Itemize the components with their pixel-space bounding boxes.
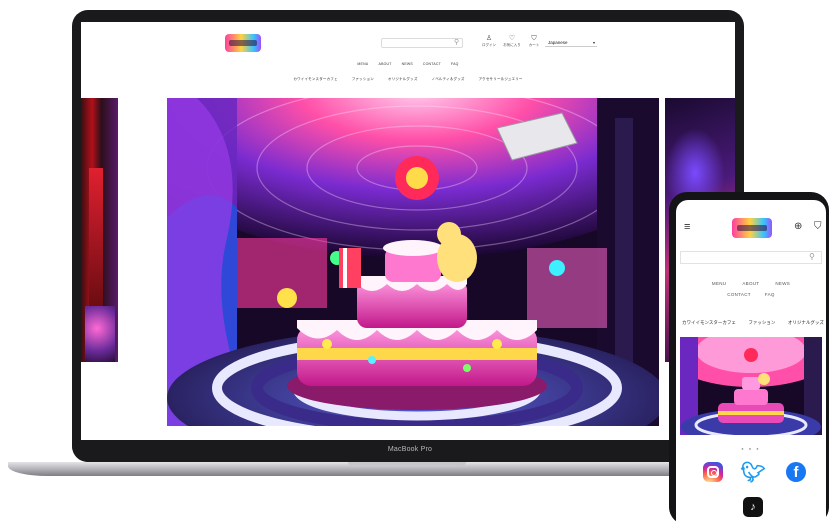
twitter-icon[interactable]: 🐦︎ <box>740 462 765 484</box>
cart-label: カート <box>528 43 540 47</box>
nav-link-about[interactable]: ABOUT <box>742 281 759 286</box>
nav-link-contact[interactable]: CONTACT <box>423 62 441 66</box>
category-link[interactable]: アクセサリー＆ジュエリー <box>479 77 523 82</box>
search-icon[interactable]: ⚲ <box>809 252 815 262</box>
laptop-screen: ⚲ ♙ ログイン ♡ お気に入り ⛉ カート Japanese ▾ MENU A… <box>81 22 735 440</box>
category-nav: カワイイモンスターカフェ ファッション オリジナルグッズ ノベルティ＆グッズ ア… <box>81 77 735 82</box>
instagram-icon[interactable] <box>703 462 723 482</box>
language-value: Japanese <box>548 40 568 45</box>
nav-link-faq[interactable]: FAQ <box>451 62 459 66</box>
nav-link-news[interactable]: NEWS <box>775 281 790 286</box>
nav-link-news[interactable]: NEWS <box>402 62 413 66</box>
hero-slide-image[interactable] <box>167 98 659 426</box>
cart-icon[interactable]: ⛉ <box>814 222 822 232</box>
category-link[interactable]: オリジナルグッズ <box>788 320 824 325</box>
nav-link-menu[interactable]: MENU <box>712 281 726 286</box>
cart-icon: ⛉ <box>531 35 537 42</box>
device-mockup-stage: ⚲ ♙ ログイン ♡ お気に入り ⛉ カート Japanese ▾ MENU A… <box>0 0 829 525</box>
site-logo[interactable] <box>225 34 261 52</box>
nav-link-contact[interactable]: CONTACT <box>727 292 751 297</box>
favorites-button[interactable]: ♡ お気に入り <box>502 35 522 48</box>
category-link[interactable]: オリジナルグッズ <box>388 77 418 82</box>
laptop-model-label: MacBook Pro <box>387 446 433 453</box>
mobile-nav-row: CONTACT FAQ <box>676 292 826 297</box>
login-label: ログイン <box>482 43 496 47</box>
heart-icon: ♡ <box>508 35 516 42</box>
site-logo[interactable] <box>732 218 772 238</box>
tiktok-icon[interactable]: ♪ <box>743 497 763 517</box>
hamburger-menu-icon[interactable]: ≡ <box>684 222 690 233</box>
login-button[interactable]: ♙ ログイン <box>479 35 499 48</box>
search-input[interactable] <box>381 38 463 48</box>
user-icon: ♙ <box>485 35 493 42</box>
nav-link-menu[interactable]: MENU <box>357 62 368 66</box>
slider-dots[interactable]: ● ● ● <box>676 446 826 451</box>
chevron-down-icon: ▾ <box>592 40 595 45</box>
mobile-nav-row: MENU ABOUT NEWS <box>676 281 826 286</box>
hero-slide-image[interactable] <box>680 337 822 435</box>
search-icon[interactable]: ⚲ <box>454 39 459 47</box>
nav-link-faq[interactable]: FAQ <box>765 292 775 297</box>
cafe-interior-illustration <box>167 98 659 426</box>
category-link[interactable]: カワイイモンスターカフェ <box>682 320 736 325</box>
language-select[interactable]: Japanese ▾ <box>545 38 597 47</box>
cafe-interior-illustration <box>680 337 822 435</box>
globe-icon[interactable]: ⊕ <box>794 222 802 232</box>
category-link[interactable]: ファッション <box>748 320 775 325</box>
main-nav: MENU ABOUT NEWS CONTACT FAQ <box>81 62 735 66</box>
category-link[interactable]: ファッション <box>352 77 374 82</box>
facebook-icon[interactable]: f <box>786 462 806 482</box>
laptop-notch <box>348 462 466 467</box>
favorites-label: お気に入り <box>503 43 521 47</box>
search-input[interactable] <box>680 251 822 264</box>
category-link[interactable]: ノベルティ＆グッズ <box>432 77 465 82</box>
mobile-category-nav: カワイイモンスターカフェ ファッション オリジナルグッズ <box>682 311 826 329</box>
cart-button[interactable]: ⛉ カート <box>524 35 544 48</box>
category-link[interactable]: カワイイモンスターカフェ <box>293 77 337 82</box>
nav-link-about[interactable]: ABOUT <box>379 62 392 66</box>
slider-prev-image[interactable] <box>81 98 118 362</box>
